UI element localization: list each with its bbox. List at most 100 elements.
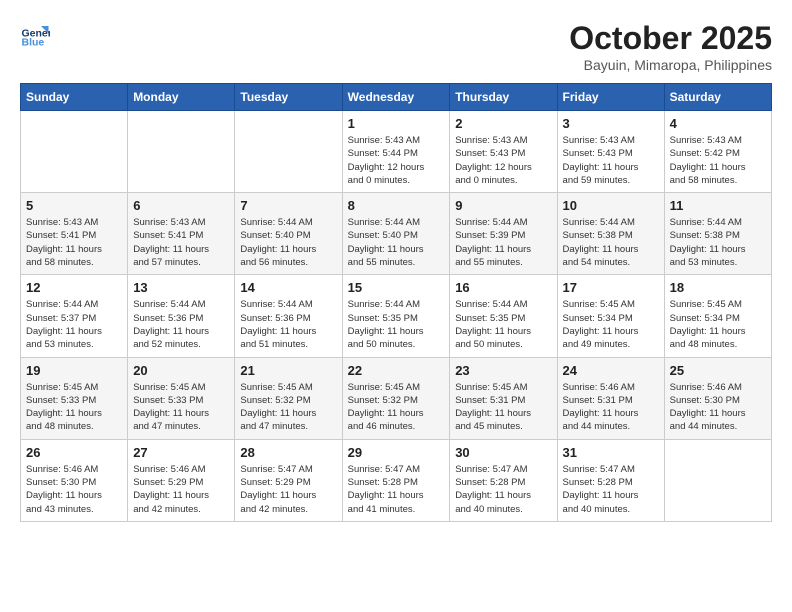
day-number: 22 bbox=[348, 363, 445, 378]
calendar-cell: 16 Sunrise: 5:44 AM Sunset: 5:35 PM Dayli… bbox=[450, 275, 557, 357]
calendar-cell: 2 Sunrise: 5:43 AM Sunset: 5:43 PM Daylig… bbox=[450, 111, 557, 193]
calendar-cell: 25 Sunrise: 5:46 AM Sunset: 5:30 PM Dayli… bbox=[664, 357, 771, 439]
day-info: Sunrise: 5:43 AM Sunset: 5:44 PM Dayligh… bbox=[348, 134, 445, 187]
calendar-week-row: 1 Sunrise: 5:43 AM Sunset: 5:44 PM Daylig… bbox=[21, 111, 772, 193]
day-info: Sunrise: 5:44 AM Sunset: 5:40 PM Dayligh… bbox=[240, 216, 336, 269]
day-number: 7 bbox=[240, 198, 336, 213]
calendar-cell: 17 Sunrise: 5:45 AM Sunset: 5:34 PM Dayli… bbox=[557, 275, 664, 357]
day-number: 17 bbox=[563, 280, 659, 295]
day-number: 11 bbox=[670, 198, 766, 213]
day-info: Sunrise: 5:43 AM Sunset: 5:43 PM Dayligh… bbox=[563, 134, 659, 187]
calendar-cell: 8 Sunrise: 5:44 AM Sunset: 5:40 PM Daylig… bbox=[342, 193, 450, 275]
day-info: Sunrise: 5:43 AM Sunset: 5:41 PM Dayligh… bbox=[133, 216, 229, 269]
calendar-cell: 30 Sunrise: 5:47 AM Sunset: 5:28 PM Dayli… bbox=[450, 439, 557, 521]
calendar-cell bbox=[235, 111, 342, 193]
day-number: 4 bbox=[670, 116, 766, 131]
day-info: Sunrise: 5:43 AM Sunset: 5:42 PM Dayligh… bbox=[670, 134, 766, 187]
day-number: 28 bbox=[240, 445, 336, 460]
calendar-cell: 11 Sunrise: 5:44 AM Sunset: 5:38 PM Dayli… bbox=[664, 193, 771, 275]
day-number: 24 bbox=[563, 363, 659, 378]
day-number: 1 bbox=[348, 116, 445, 131]
day-number: 30 bbox=[455, 445, 551, 460]
calendar-cell: 10 Sunrise: 5:44 AM Sunset: 5:38 PM Dayli… bbox=[557, 193, 664, 275]
month-title: October 2025 bbox=[569, 20, 772, 57]
day-number: 23 bbox=[455, 363, 551, 378]
weekday-header-tuesday: Tuesday bbox=[235, 84, 342, 111]
day-number: 15 bbox=[348, 280, 445, 295]
calendar-week-row: 12 Sunrise: 5:44 AM Sunset: 5:37 PM Dayli… bbox=[21, 275, 772, 357]
day-info: Sunrise: 5:46 AM Sunset: 5:29 PM Dayligh… bbox=[133, 463, 229, 516]
day-number: 19 bbox=[26, 363, 122, 378]
day-info: Sunrise: 5:46 AM Sunset: 5:30 PM Dayligh… bbox=[670, 381, 766, 434]
day-info: Sunrise: 5:44 AM Sunset: 5:35 PM Dayligh… bbox=[455, 298, 551, 351]
weekday-header-monday: Monday bbox=[128, 84, 235, 111]
svg-text:Blue: Blue bbox=[22, 37, 45, 49]
day-number: 10 bbox=[563, 198, 659, 213]
calendar-cell: 5 Sunrise: 5:43 AM Sunset: 5:41 PM Daylig… bbox=[21, 193, 128, 275]
day-number: 26 bbox=[26, 445, 122, 460]
day-number: 13 bbox=[133, 280, 229, 295]
day-number: 6 bbox=[133, 198, 229, 213]
calendar-cell bbox=[21, 111, 128, 193]
calendar-cell bbox=[128, 111, 235, 193]
day-info: Sunrise: 5:45 AM Sunset: 5:34 PM Dayligh… bbox=[670, 298, 766, 351]
weekday-header-sunday: Sunday bbox=[21, 84, 128, 111]
day-number: 25 bbox=[670, 363, 766, 378]
day-info: Sunrise: 5:44 AM Sunset: 5:37 PM Dayligh… bbox=[26, 298, 122, 351]
calendar-cell: 20 Sunrise: 5:45 AM Sunset: 5:33 PM Dayli… bbox=[128, 357, 235, 439]
day-number: 29 bbox=[348, 445, 445, 460]
day-number: 3 bbox=[563, 116, 659, 131]
day-number: 2 bbox=[455, 116, 551, 131]
calendar-cell: 19 Sunrise: 5:45 AM Sunset: 5:33 PM Dayli… bbox=[21, 357, 128, 439]
day-info: Sunrise: 5:43 AM Sunset: 5:43 PM Dayligh… bbox=[455, 134, 551, 187]
calendar-cell: 6 Sunrise: 5:43 AM Sunset: 5:41 PM Daylig… bbox=[128, 193, 235, 275]
day-info: Sunrise: 5:45 AM Sunset: 5:33 PM Dayligh… bbox=[133, 381, 229, 434]
calendar-cell: 29 Sunrise: 5:47 AM Sunset: 5:28 PM Dayli… bbox=[342, 439, 450, 521]
day-info: Sunrise: 5:44 AM Sunset: 5:38 PM Dayligh… bbox=[670, 216, 766, 269]
calendar-cell: 24Sunrise: 5:46 AM Sunset: 5:31 PM Dayli… bbox=[557, 357, 664, 439]
weekday-header-thursday: Thursday bbox=[450, 84, 557, 111]
day-info: Sunrise: 5:44 AM Sunset: 5:36 PM Dayligh… bbox=[133, 298, 229, 351]
logo-icon: General Blue bbox=[20, 20, 50, 50]
day-number: 14 bbox=[240, 280, 336, 295]
day-number: 21 bbox=[240, 363, 336, 378]
page-header: General Blue October 2025 Bayuin, Mimaro… bbox=[20, 20, 772, 73]
calendar-cell: 27 Sunrise: 5:46 AM Sunset: 5:29 PM Dayli… bbox=[128, 439, 235, 521]
day-number: 20 bbox=[133, 363, 229, 378]
weekday-header-friday: Friday bbox=[557, 84, 664, 111]
calendar-cell: 18 Sunrise: 5:45 AM Sunset: 5:34 PM Dayli… bbox=[664, 275, 771, 357]
day-info: Sunrise: 5:47 AM Sunset: 5:28 PM Dayligh… bbox=[348, 463, 445, 516]
calendar-cell: 28Sunrise: 5:47 AM Sunset: 5:29 PM Dayli… bbox=[235, 439, 342, 521]
day-info: Sunrise: 5:44 AM Sunset: 5:36 PM Dayligh… bbox=[240, 298, 336, 351]
day-info: Sunrise: 5:45 AM Sunset: 5:33 PM Dayligh… bbox=[26, 381, 122, 434]
calendar-cell: 13 Sunrise: 5:44 AM Sunset: 5:36 PM Dayli… bbox=[128, 275, 235, 357]
day-number: 27 bbox=[133, 445, 229, 460]
day-info: Sunrise: 5:47 AM Sunset: 5:28 PM Dayligh… bbox=[563, 463, 659, 516]
day-info: Sunrise: 5:46 AM Sunset: 5:30 PM Dayligh… bbox=[26, 463, 122, 516]
calendar-cell bbox=[664, 439, 771, 521]
calendar-week-row: 5 Sunrise: 5:43 AM Sunset: 5:41 PM Daylig… bbox=[21, 193, 772, 275]
day-number: 18 bbox=[670, 280, 766, 295]
day-info: Sunrise: 5:47 AM Sunset: 5:28 PM Dayligh… bbox=[455, 463, 551, 516]
day-number: 8 bbox=[348, 198, 445, 213]
calendar-cell: 12 Sunrise: 5:44 AM Sunset: 5:37 PM Dayli… bbox=[21, 275, 128, 357]
logo: General Blue bbox=[20, 20, 50, 50]
day-number: 12 bbox=[26, 280, 122, 295]
calendar-cell: 14 Sunrise: 5:44 AM Sunset: 5:36 PM Dayli… bbox=[235, 275, 342, 357]
day-info: Sunrise: 5:44 AM Sunset: 5:40 PM Dayligh… bbox=[348, 216, 445, 269]
day-info: Sunrise: 5:44 AM Sunset: 5:38 PM Dayligh… bbox=[563, 216, 659, 269]
day-info: Sunrise: 5:43 AM Sunset: 5:41 PM Dayligh… bbox=[26, 216, 122, 269]
day-number: 5 bbox=[26, 198, 122, 213]
calendar-header-row: SundayMondayTuesdayWednesdayThursdayFrid… bbox=[21, 84, 772, 111]
calendar-cell: 3 Sunrise: 5:43 AM Sunset: 5:43 PM Daylig… bbox=[557, 111, 664, 193]
day-info: Sunrise: 5:45 AM Sunset: 5:34 PM Dayligh… bbox=[563, 298, 659, 351]
calendar-cell: 21Sunrise: 5:45 AM Sunset: 5:32 PM Dayli… bbox=[235, 357, 342, 439]
calendar-cell: 7 Sunrise: 5:44 AM Sunset: 5:40 PM Daylig… bbox=[235, 193, 342, 275]
calendar-table: SundayMondayTuesdayWednesdayThursdayFrid… bbox=[20, 83, 772, 522]
calendar-cell: 22Sunrise: 5:45 AM Sunset: 5:32 PM Dayli… bbox=[342, 357, 450, 439]
day-number: 16 bbox=[455, 280, 551, 295]
title-block: October 2025 Bayuin, Mimaropa, Philippin… bbox=[569, 20, 772, 73]
calendar-cell: 1 Sunrise: 5:43 AM Sunset: 5:44 PM Daylig… bbox=[342, 111, 450, 193]
calendar-week-row: 26 Sunrise: 5:46 AM Sunset: 5:30 PM Dayli… bbox=[21, 439, 772, 521]
location-title: Bayuin, Mimaropa, Philippines bbox=[569, 57, 772, 73]
